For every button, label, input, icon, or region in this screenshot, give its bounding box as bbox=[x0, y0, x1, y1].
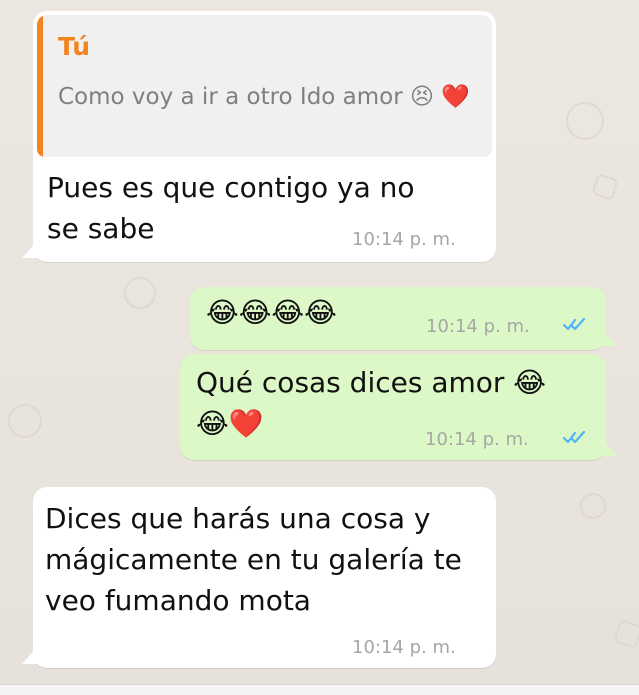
background-doodle bbox=[124, 277, 156, 309]
message-text: 😂😂😂😂 bbox=[206, 296, 337, 329]
quoted-author: Tú bbox=[58, 32, 91, 61]
message-text: Dices que harás una cosa y mágicamente e… bbox=[45, 502, 462, 618]
composer-top-edge bbox=[0, 684, 639, 695]
quote-accent-bar bbox=[37, 15, 43, 157]
quoted-message[interactable]: Tú Como voy a ir a otro Ido amor 😣 ❤️ bbox=[37, 15, 492, 157]
background-doodle bbox=[591, 173, 619, 201]
incoming-message-bubble[interactable]: Tú Como voy a ir a otro Ido amor 😣 ❤️ Pu… bbox=[22, 11, 496, 262]
read-check-icon bbox=[563, 317, 586, 331]
message-time: 10:14 p. m. bbox=[352, 637, 456, 658]
incoming-message-bubble[interactable]: Dices que harás una cosa y mágicamente e… bbox=[22, 487, 496, 668]
message-time: 10:14 p. m. bbox=[426, 316, 530, 337]
outgoing-message-bubble[interactable]: Qué cosas dices amor 😂 😂❤️ 10:14 p. m. bbox=[180, 354, 617, 460]
outgoing-message-bubble[interactable]: 😂😂😂😂 10:14 p. m. bbox=[190, 287, 617, 350]
background-doodle bbox=[8, 404, 42, 438]
message-time: 10:14 p. m. bbox=[425, 429, 529, 450]
background-doodle bbox=[566, 102, 604, 140]
chat-thread: Tú Como voy a ir a otro Ido amor 😣 ❤️ Pu… bbox=[0, 0, 639, 695]
message-time: 10:14 p. m. bbox=[352, 229, 456, 250]
background-doodle bbox=[580, 493, 606, 519]
background-doodle bbox=[612, 618, 639, 650]
read-check-icon bbox=[563, 430, 586, 444]
quoted-text: Como voy a ir a otro Ido amor 😣 ❤️ bbox=[58, 84, 470, 110]
